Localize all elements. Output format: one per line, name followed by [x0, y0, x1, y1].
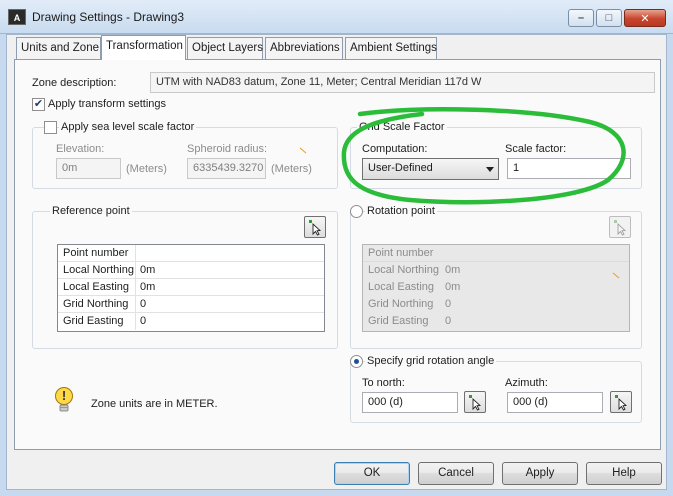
sea-level-label: Apply sea level scale factor: [59, 121, 197, 133]
grid-rotation-title: Specify grid rotation angle: [365, 355, 497, 367]
azimuth-label: Azimuth:: [505, 377, 548, 389]
exclamation-glyph: !: [61, 388, 67, 403]
elevation-label: Elevation:: [56, 143, 105, 155]
grid-rotation-radio[interactable]: [350, 355, 363, 368]
table-row: Grid Northing 0: [368, 298, 452, 310]
info-icon: !: [54, 386, 74, 416]
table-row[interactable]: Grid Northing 0: [58, 296, 324, 313]
help-button[interactable]: Help: [586, 462, 662, 485]
to-north-field[interactable]: 000 (d): [362, 392, 458, 413]
table-row[interactable]: Local Easting 0m: [58, 279, 324, 296]
zone-units-text: Zone units are in METER.: [91, 398, 218, 410]
sea-level-checkbox[interactable]: [44, 121, 57, 134]
pick-point-icon: [615, 395, 628, 411]
to-north-pick-button[interactable]: [464, 391, 486, 413]
reference-point-title: Reference point: [50, 205, 132, 217]
elevation-field: 0m: [56, 158, 121, 179]
pick-point-icon: [469, 395, 482, 411]
apply-transform-checkbox[interactable]: ✔: [32, 98, 45, 111]
reference-point-grid[interactable]: Point number Local Northing 0m Local East…: [57, 244, 325, 332]
zone-description-label: Zone description:: [32, 77, 117, 89]
apply-transform-label: Apply transform settings: [48, 98, 166, 110]
zone-description-field: UTM with NAD83 datum, Zone 11, Meter; Ce…: [150, 72, 655, 93]
table-row[interactable]: Point number: [58, 245, 324, 262]
elevation-units: (Meters): [126, 163, 167, 175]
cancel-button[interactable]: Cancel: [418, 462, 494, 485]
pick-point-icon: [309, 220, 322, 236]
reference-point-pick-button[interactable]: [304, 216, 326, 238]
panel-content: Zone description: UTM with NAD83 datum, …: [0, 0, 673, 496]
spheroid-radius-field: 6335439.3270: [187, 158, 266, 179]
spheroid-radius-label: Spheroid radius:: [187, 143, 268, 155]
to-north-label: To north:: [362, 377, 405, 389]
rotation-point-pick-button[interactable]: [609, 216, 631, 238]
highlight-annotation: [341, 107, 626, 205]
table-row: Local Easting 0m: [368, 281, 461, 293]
spheroid-radius-units: (Meters): [271, 163, 312, 175]
table-row: Point number: [363, 245, 629, 262]
ok-button[interactable]: OK: [334, 462, 410, 485]
rotation-point-grid: Point number Local Northing 0m Local East…: [362, 244, 630, 332]
apply-button[interactable]: Apply: [502, 462, 578, 485]
azimuth-field[interactable]: 000 (d): [507, 392, 603, 413]
highlight-stroke: [341, 107, 626, 205]
azimuth-pick-button[interactable]: [610, 391, 632, 413]
table-row[interactable]: Local Northing 0m: [58, 262, 324, 279]
table-row[interactable]: Grid Easting 0: [58, 313, 324, 330]
table-row: Grid Easting 0: [368, 315, 452, 327]
pick-point-icon: [614, 220, 627, 236]
table-row: Local Northing 0m: [368, 264, 461, 276]
